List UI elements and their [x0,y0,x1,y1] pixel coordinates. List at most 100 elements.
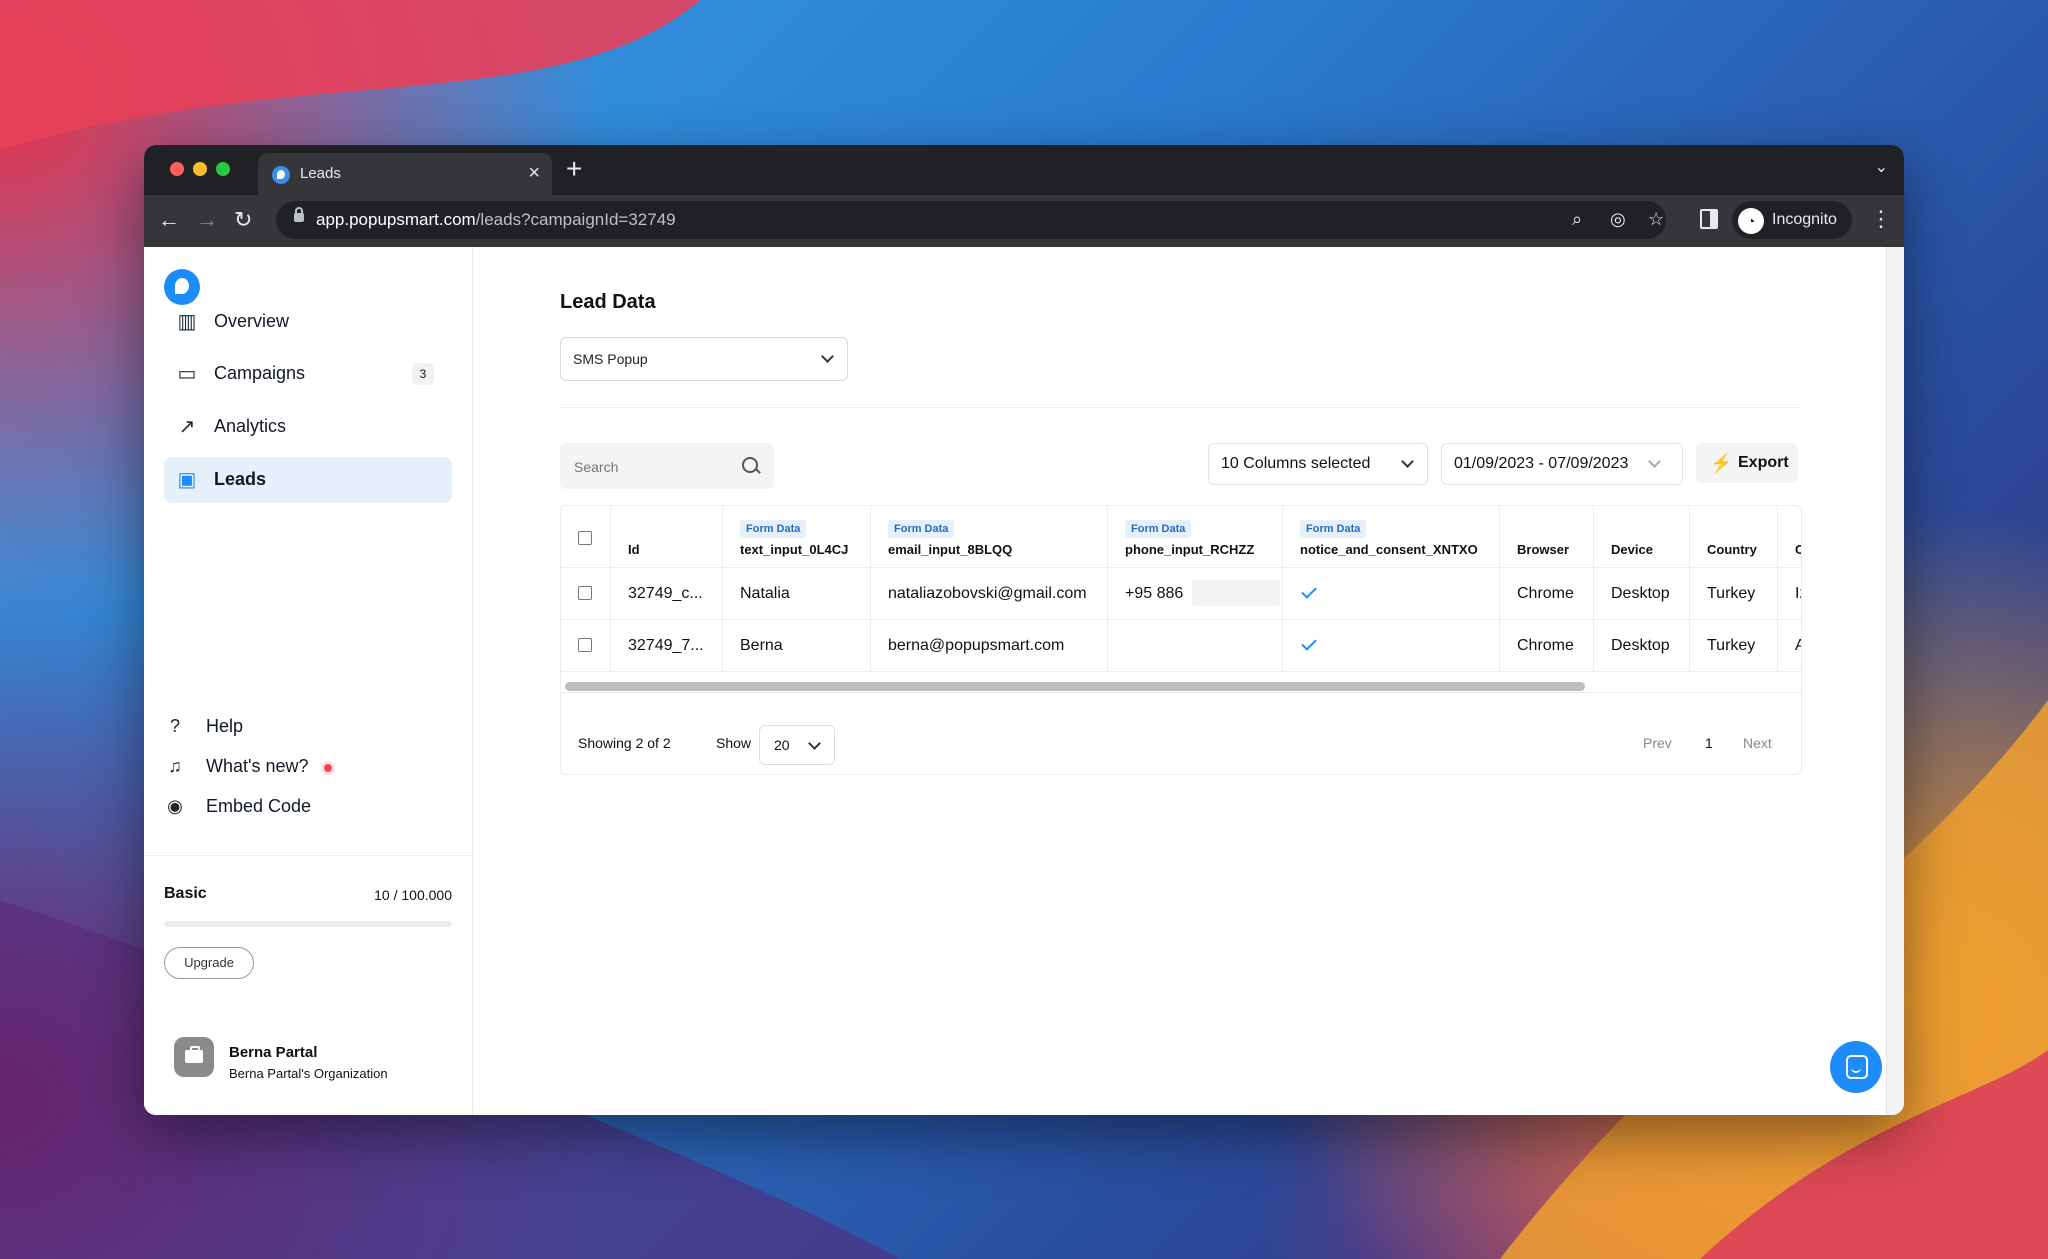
sidebar-divider [144,855,472,856]
page-title: Lead Data [560,291,656,313]
search-box[interactable] [560,443,774,489]
tab-search-chevron-icon[interactable]: ⌄ [1875,157,1888,177]
column-header-label: Id [628,542,640,557]
close-window-button[interactable] [170,162,184,176]
upgrade-button[interactable]: Upgrade [164,947,254,979]
bookmark-star-icon[interactable]: ☆ [1648,209,1664,230]
table-cell: Desktop [1594,620,1690,672]
header-truncated[interactable]: C [1778,506,1801,568]
incognito-icon: ◔ [1738,208,1764,234]
plan-usage-bar [164,921,452,927]
select-all-checkbox[interactable] [578,531,592,545]
sidebar-item-analytics[interactable]: ↗ Analytics [164,404,452,450]
app-page: ▥ Overview ▭ Campaigns 3 ↗ Analytics ▣ L… [144,247,1886,1115]
side-panel-icon[interactable] [1700,209,1718,229]
whats-new-label: What's new? [206,756,309,776]
form-data-tag: Form Data [1300,520,1367,538]
form-data-tag: Form Data [740,520,807,538]
user-name[interactable]: Berna Partal [229,1044,317,1061]
minimize-window-button[interactable] [193,162,207,176]
new-tab-icon[interactable]: + [566,153,582,185]
header-phone-input[interactable]: Form Data phone_input_RCHZZ [1108,506,1283,568]
url-text: app.popupsmart.com/leads?campaignId=3274… [316,210,676,230]
sidebar-item-leads[interactable]: ▣ Leads [164,457,452,503]
export-label: Export [1738,454,1789,471]
chevron-down-icon [821,350,834,363]
header-browser[interactable]: Browser [1500,506,1594,568]
table-cell: Chrome [1500,620,1594,672]
lead-text-input: Natalia [740,585,790,602]
horizontal-scrollbar[interactable] [565,682,1585,691]
embed-icon: ◉ [167,796,183,816]
sidebar-item-label: Analytics [214,416,287,436]
campaign-select[interactable]: SMS Popup [560,337,848,381]
chat-support-icon[interactable] [1830,1041,1882,1093]
back-arrow-icon[interactable]: ← [158,207,180,233]
maximize-window-button[interactable] [216,162,230,176]
lead-phone: +95 886 [1125,585,1184,602]
header-notice-consent[interactable]: Form Data notice_and_consent_XNTXO [1283,506,1500,568]
reload-icon[interactable]: ↻ [234,207,252,233]
table-cell [1108,620,1283,672]
sidebar-item-overview[interactable]: ▥ Overview [164,299,452,345]
lead-device: Desktop [1611,637,1670,654]
lead-device: Desktop [1611,585,1670,602]
table-cell: Natalia [723,568,871,620]
sidebar-item-campaigns[interactable]: ▭ Campaigns 3 [164,351,452,397]
tab-bar: Leads × + ⌄ [144,145,1904,195]
lead-truncated: Iz [1795,585,1801,602]
page-scrollbar[interactable] [1886,247,1904,1115]
table-cell: Iz [1778,568,1801,620]
chevron-down-icon [808,737,821,750]
table-cell: berna@popupsmart.com [871,620,1108,672]
campaigns-count-badge: 3 [412,363,434,385]
column-header-label: Device [1611,542,1653,557]
user-organization: Berna Partal's Organization [229,1066,388,1081]
search-input[interactable] [572,455,726,479]
browser-tab[interactable]: Leads × [258,153,552,195]
campaign-select-value: SMS Popup [573,351,648,367]
table-cell: Berna [723,620,871,672]
incognito-profile-button[interactable]: ◔ Incognito [1732,201,1852,239]
header-device[interactable]: Device [1594,506,1690,568]
redacted-phone-area [1192,580,1280,606]
chevron-down-icon [1648,455,1661,468]
leads-folder-icon: ▣ [177,469,197,491]
chart-icon: ▥ [177,311,197,333]
table-footer: Showing 2 of 2 Show 20 Prev 1 Next [561,692,1801,774]
lead-email: berna@popupsmart.com [888,637,1065,654]
show-label: Show [716,735,752,751]
notification-dot [324,764,332,772]
date-range-picker[interactable]: 01/09/2023 - 07/09/2023 [1441,443,1683,485]
lead-browser: Chrome [1517,585,1574,602]
columns-select[interactable]: 10 Columns selected [1208,443,1428,485]
lead-id: 32749_c... [628,585,703,602]
page-size-select[interactable]: 20 [759,725,835,765]
check-icon [1301,635,1317,651]
zoom-icon[interactable]: ⌕ [1572,209,1582,230]
chevron-down-icon [1401,455,1414,468]
prev-page-button[interactable]: Prev [1643,735,1672,751]
eye-off-icon[interactable]: ◎ [1610,209,1626,230]
header-text-input[interactable]: Form Data text_input_0L4CJ [723,506,871,568]
address-bar[interactable]: app.popupsmart.com/leads?campaignId=3274… [276,201,1666,239]
header-id[interactable]: Id [611,506,723,568]
bell-icon: ♫ [168,756,182,776]
url-host: app.popupsmart.com [316,210,476,229]
profile-label: Incognito [1772,211,1837,228]
header-country[interactable]: Country [1690,506,1778,568]
organization-avatar[interactable] [174,1037,214,1077]
sidebar: ▥ Overview ▭ Campaigns 3 ↗ Analytics ▣ L… [144,247,473,1115]
forward-arrow-icon[interactable]: → [196,207,218,233]
page-number[interactable]: 1 [1705,735,1713,751]
next-page-button[interactable]: Next [1743,735,1772,751]
export-button[interactable]: ⚡ Export [1696,443,1798,483]
lock-icon[interactable] [294,207,304,222]
plan-usage: 10 / 100.000 [374,887,452,903]
row-checkbox[interactable] [578,638,592,652]
search-icon[interactable] [742,457,758,473]
close-tab-icon[interactable]: × [528,162,540,185]
header-email-input[interactable]: Form Data email_input_8BLQQ [871,506,1108,568]
row-checkbox[interactable] [578,586,592,600]
browser-menu-icon[interactable]: ⋮ [1870,206,1892,232]
